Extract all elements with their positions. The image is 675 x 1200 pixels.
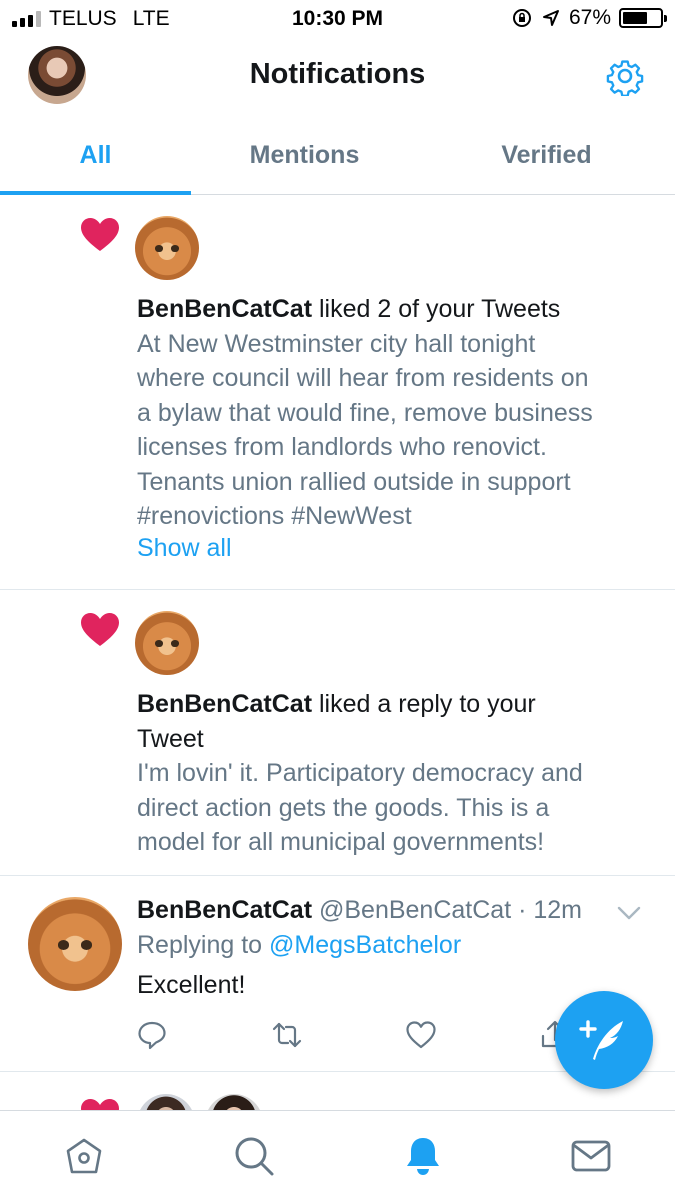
tweet-text: Excellent!	[137, 971, 246, 999]
snippet-line: Tenants union rallied outside in support	[137, 467, 571, 496]
notification-action: liked a reply to your	[312, 690, 536, 718]
gear-icon[interactable]	[605, 56, 645, 96]
tweet-content: BenBenCatCat @BenBenCatCat · 12m Replyin…	[137, 893, 615, 1003]
avatar[interactable]	[135, 216, 199, 280]
tab-all[interactable]: All	[0, 130, 191, 195]
snippet-line: licenses from landlords who renovict.	[137, 433, 547, 461]
battery-icon	[619, 8, 667, 28]
tweet-snippet: At New Westminster city hall tonight whe…	[137, 327, 647, 534]
compose-tweet-button[interactable]	[555, 991, 653, 1089]
snippet-line: I'm lovin' it. Participatory democracy a…	[137, 759, 583, 787]
home-icon[interactable]	[63, 1135, 105, 1177]
tab-verified-label: Verified	[501, 141, 592, 169]
separator-dot: ·	[511, 896, 534, 924]
page-title: Notifications	[249, 58, 426, 90]
battery-percent: 67%	[568, 6, 611, 29]
tweet-actions	[137, 1020, 577, 1060]
avatar[interactable]	[28, 897, 122, 991]
notification-action-continued: Tweet	[137, 724, 204, 753]
retweet-icon[interactable]	[272, 1020, 302, 1050]
messages-envelope-icon[interactable]	[570, 1135, 612, 1177]
snippet-line: where council will hear from residents o…	[137, 364, 589, 392]
list-item[interactable]: BenBenCatCat liked 2 of your Tweets At N…	[0, 195, 675, 590]
tab-mentions[interactable]: Mentions	[191, 130, 418, 194]
battery-fill	[623, 12, 648, 24]
orientation-lock-icon	[512, 9, 531, 27]
heart-icon	[81, 613, 119, 646]
replying-to-handle[interactable]: @MegsBatchelor	[269, 931, 461, 959]
snippet-line: At New Westminster city hall tonight	[137, 329, 536, 358]
tweet-author-name[interactable]: BenBenCatCat	[137, 896, 312, 924]
tweet-header: BenBenCatCat @BenBenCatCat · 12m	[137, 893, 615, 928]
tweet-timestamp: 12m	[533, 896, 582, 924]
chevron-down-icon[interactable]	[617, 906, 641, 920]
actor-name[interactable]: BenBenCatCat	[137, 690, 312, 718]
notification-headline: BenBenCatCat liked a reply to your	[137, 687, 647, 722]
tweet-author-handle[interactable]: @BenBenCatCat	[319, 896, 511, 924]
actor-name[interactable]: BenBenCatCat	[137, 295, 312, 323]
location-arrow-icon	[542, 10, 559, 26]
search-icon[interactable]	[233, 1135, 275, 1177]
snippet-line: a bylaw that would fine, remove business	[137, 398, 593, 427]
status-right: 67%	[511, 6, 667, 30]
snippet-line: #renovictions #NewWest	[137, 502, 412, 530]
like-icon[interactable]	[406, 1020, 436, 1050]
notification-tabs: All Mentions Verified	[0, 130, 675, 195]
notification-text: BenBenCatCat liked a reply to your Tweet…	[137, 687, 647, 860]
notification-action: liked 2 of your Tweets	[312, 295, 561, 323]
tab-all-label: All	[79, 141, 112, 169]
compose-quill-icon	[579, 1020, 623, 1060]
tweet-snippet: I'm lovin' it. Participatory democracy a…	[137, 756, 647, 860]
status-bar: TELUS LTE 10:30 PM 67%	[0, 0, 675, 38]
app-header: Notifications	[0, 38, 675, 114]
notification-text: BenBenCatCat liked 2 of your Tweets At N…	[137, 292, 647, 565]
snippet-line: direct action gets the goods. This is a	[137, 793, 550, 822]
snippet-line: model for all municipal governments!	[137, 828, 545, 856]
show-all-link[interactable]: Show all	[137, 531, 647, 566]
avatar[interactable]	[135, 611, 199, 675]
tab-verified[interactable]: Verified	[418, 130, 675, 194]
notifications-bell-icon[interactable]	[402, 1135, 444, 1177]
tab-mentions-label: Mentions	[249, 141, 360, 169]
list-item[interactable]: BenBenCatCat liked a reply to your Tweet…	[0, 590, 675, 876]
bottom-tab-bar	[0, 1110, 675, 1200]
notifications-feed: BenBenCatCat liked 2 of your Tweets At N…	[0, 195, 675, 1152]
reply-icon[interactable]	[137, 1020, 167, 1050]
replying-to-label: Replying to	[137, 930, 270, 959]
notification-headline: BenBenCatCat liked 2 of your Tweets	[137, 292, 647, 327]
replying-to: Replying to @MegsBatchelor	[137, 928, 615, 963]
heart-icon	[81, 218, 119, 251]
